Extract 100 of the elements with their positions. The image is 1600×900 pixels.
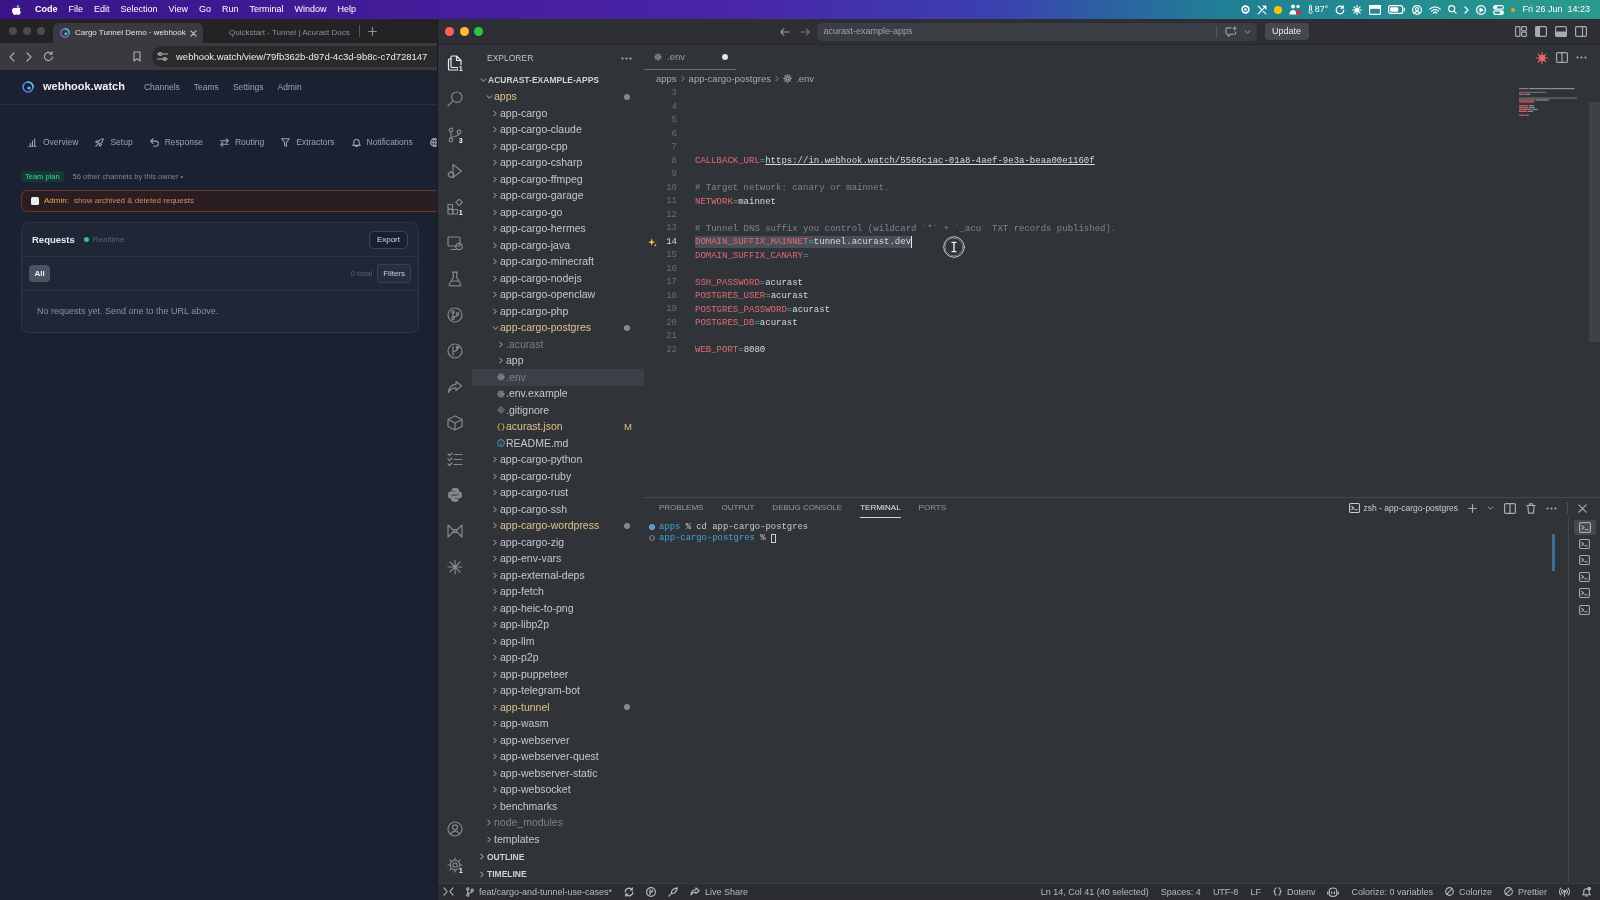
page-tab[interactable]: Routing xyxy=(219,136,265,148)
menu-item[interactable]: Selection xyxy=(120,4,158,15)
snakes-logo-icon[interactable] xyxy=(447,487,463,503)
folder-item[interactable]: app-cargo-ssh xyxy=(472,501,616,518)
layout-icon[interactable] xyxy=(1515,26,1527,37)
menu-item[interactable]: Terminal xyxy=(249,4,284,15)
filters-button[interactable]: Filters xyxy=(377,264,411,283)
window-minimize-button[interactable] xyxy=(459,27,469,36)
app-menu[interactable]: Code xyxy=(35,4,58,15)
folder-item[interactable]: app-webserver xyxy=(472,732,616,749)
editor-tab[interactable]: .env xyxy=(644,45,736,70)
folder-item[interactable]: app-websocket xyxy=(472,781,616,798)
bell-icon[interactable] xyxy=(1582,887,1591,897)
folder-item[interactable]: app-cargo-openclaw xyxy=(472,286,616,303)
thermometer-icon[interactable] xyxy=(1307,4,1313,15)
bowtie-icon[interactable] xyxy=(447,523,463,539)
chevron-right-icon[interactable] xyxy=(1464,5,1470,14)
terminal-icon[interactable] xyxy=(1579,588,1590,599)
folder-item[interactable]: app-cargo-python xyxy=(472,451,616,468)
files-icon[interactable] xyxy=(447,55,463,71)
status-bar-item[interactable]: UTF-8 xyxy=(1212,886,1239,898)
folder-item[interactable]: app-cargo-garage xyxy=(472,187,616,204)
reload-icon[interactable] xyxy=(43,51,54,62)
status-bar-item[interactable]: Colorize xyxy=(1444,886,1492,898)
toggles-icon[interactable] xyxy=(1493,4,1505,15)
browser-tab[interactable]: Cargo Tunnel Demo · webhook xyxy=(53,23,203,43)
brand-name[interactable]: webhook.watch xyxy=(43,80,125,94)
nav-link[interactable]: Channels xyxy=(143,81,180,93)
terminal-icon[interactable] xyxy=(1579,604,1590,615)
status-bar-item[interactable]: Dotenv xyxy=(1272,886,1316,898)
page-tab[interactable]: Setup xyxy=(95,136,133,148)
close-icon[interactable] xyxy=(190,29,197,37)
chevron-down-icon[interactable] xyxy=(1243,29,1251,34)
address-bar[interactable]: webhook.watch/view/79fb362b-d97d-4c3d-9b8c-c7d728147 xyxy=(152,46,437,67)
folder-item[interactable]: app-cargo-zig xyxy=(472,534,616,551)
breadcrumb-item[interactable]: app-cargo-postgres xyxy=(688,72,771,85)
chevron-down-icon[interactable] xyxy=(1487,506,1494,510)
folder-item[interactable]: app-cargo-php xyxy=(472,303,616,320)
page-tab[interactable]: Overview xyxy=(28,136,79,148)
shuffle-arrows-icon[interactable] xyxy=(1256,4,1267,15)
left-sidebar-icon[interactable] xyxy=(1535,26,1547,37)
blocks-icon[interactable] xyxy=(447,199,463,215)
command-center[interactable]: acurast-example-apps xyxy=(816,22,1257,41)
update-button[interactable]: Update xyxy=(1264,23,1309,40)
circular-arrows-icon[interactable] xyxy=(1335,4,1346,15)
forward-arrow-icon[interactable] xyxy=(799,27,810,36)
temperature-reading[interactable]: 87° xyxy=(1314,4,1329,15)
panel-tab[interactable]: PORTS xyxy=(918,498,947,518)
folder-item[interactable]: app-cargo-cpp xyxy=(472,138,616,155)
bottom-panel-icon[interactable] xyxy=(1555,26,1567,37)
folder-item[interactable]: app-wasm xyxy=(472,715,616,732)
split-editor-icon[interactable] xyxy=(1556,52,1568,63)
tree-entry[interactable]: acurast.json xyxy=(472,418,616,435)
folder-item[interactable]: app-cargo-nodejs xyxy=(472,270,616,287)
folder-item[interactable]: templates xyxy=(472,831,616,848)
menu-item[interactable]: Help xyxy=(337,4,356,15)
menu-item[interactable]: Edit xyxy=(94,4,110,15)
folder-item[interactable]: app xyxy=(472,352,616,369)
terminal-icon[interactable] xyxy=(1573,519,1596,535)
status-bar-item[interactable]: Ln 14, Col 41 (40 selected) xyxy=(1040,886,1149,898)
folder-item[interactable]: apps xyxy=(472,88,616,105)
status-bar-item[interactable]: Colorize: 0 variables xyxy=(1351,886,1433,898)
play-circle-icon[interactable] xyxy=(1476,4,1487,15)
back-arrow-icon[interactable] xyxy=(779,27,790,36)
folder-item[interactable]: app-cargo-claude xyxy=(472,121,616,138)
folder-item[interactable]: app-p2p xyxy=(472,649,616,666)
folder-item[interactable]: app-cargo-minecraft xyxy=(472,253,616,270)
branch-icon[interactable] xyxy=(447,127,463,143)
page-tab[interactable]: Notifications xyxy=(351,136,413,148)
window-close-button[interactable] xyxy=(445,27,454,36)
search-icon[interactable] xyxy=(447,91,463,107)
folder-item[interactable]: app-cargo-hermes xyxy=(472,220,616,237)
live-share-item[interactable]: Live Share xyxy=(690,886,749,898)
minimap[interactable] xyxy=(1518,88,1577,116)
menu-item[interactable]: Run xyxy=(221,4,239,15)
status-bar-item[interactable]: Spaces: 4 xyxy=(1160,886,1201,898)
nav-link[interactable]: Admin xyxy=(277,81,302,93)
folder-item[interactable]: app-heic-to-png xyxy=(472,600,616,617)
terminal-icon[interactable] xyxy=(1579,538,1590,549)
tree-entry[interactable]: .env.example xyxy=(472,385,616,402)
menu-item[interactable]: File xyxy=(68,4,83,15)
window-zoom-button[interactable] xyxy=(474,27,483,36)
sun-icon[interactable] xyxy=(1352,4,1363,15)
menu-item[interactable]: Window xyxy=(294,4,327,15)
back-icon[interactable] xyxy=(9,51,15,62)
checklist-icon[interactable] xyxy=(447,451,463,467)
folder-item[interactable]: app-cargo-ruby xyxy=(472,468,616,485)
search-icon[interactable] xyxy=(1448,5,1458,14)
chat-sparkle-icon[interactable] xyxy=(1224,26,1237,37)
filter-button[interactable]: All xyxy=(29,265,50,282)
split-editor-icon[interactable] xyxy=(1504,502,1516,514)
account-icon[interactable] xyxy=(447,821,463,837)
browser-tab[interactable]: Quickstart - Tunnel | Acurast Docs xyxy=(203,23,350,43)
folder-item[interactable]: app-cargo-rust xyxy=(472,484,616,501)
menu-item[interactable]: Go xyxy=(198,4,211,15)
folder-item[interactable]: app-cargo-java xyxy=(472,237,616,254)
folder-item[interactable]: app-telegram-bot xyxy=(472,682,616,699)
sparkle-burst-icon[interactable] xyxy=(1536,51,1548,64)
folder-item[interactable]: app-tunnel xyxy=(472,699,616,716)
folder-item[interactable]: app-cargo-postgres xyxy=(472,319,616,336)
